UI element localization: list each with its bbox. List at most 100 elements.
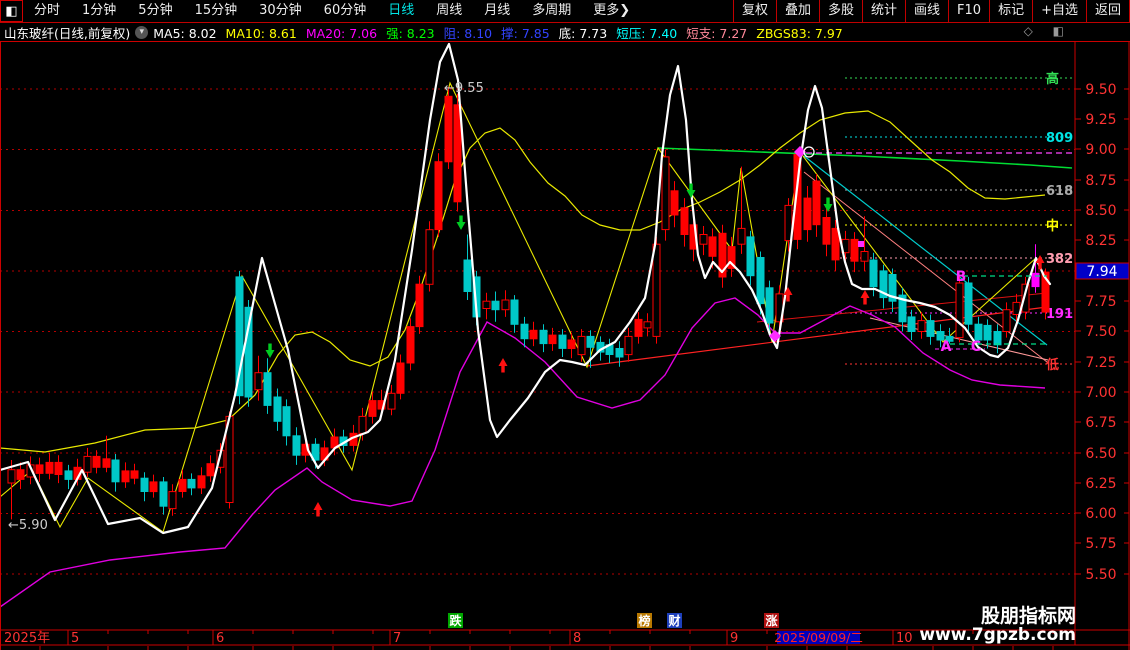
candle — [426, 230, 433, 285]
month-label-10: 10 — [896, 631, 913, 646]
selected-date-label: 2025/09/09/二 — [774, 630, 863, 645]
candle — [851, 239, 858, 261]
candle — [397, 363, 404, 393]
axis-price-label: 9.25 — [1085, 112, 1116, 128]
month-label-5: 5 — [71, 631, 79, 646]
menu-item-更多❯[interactable]: 更多❯ — [582, 0, 641, 22]
candle — [549, 335, 556, 344]
candle — [540, 330, 547, 343]
candle — [530, 330, 537, 339]
abc-label-A: A — [941, 339, 952, 355]
indicator-MA5: MA5: 8.02 — [153, 26, 216, 41]
top-menubar: ◧ 分时1分钟5分钟15分钟30分钟60分钟日线周线月线多周期更多❯ 复权叠加多… — [0, 0, 1130, 23]
menu-item-1分钟[interactable]: 1分钟 — [71, 0, 127, 22]
date-year-label: 2025年 — [4, 631, 50, 646]
month-label-6: 6 — [216, 631, 224, 646]
fib-label-809: 809 — [1046, 131, 1073, 146]
candle — [747, 237, 754, 276]
candle — [568, 340, 575, 349]
candle — [388, 393, 395, 409]
indicator-撑: 撑: 7.85 — [501, 26, 550, 41]
candle — [483, 301, 490, 308]
fib-label-382: 382 — [1046, 252, 1073, 267]
axis-price-label: 8.50 — [1085, 203, 1116, 219]
candle — [188, 479, 195, 488]
candle — [681, 208, 688, 235]
axis-price-label: 6.75 — [1085, 415, 1116, 431]
toolbar-button-复权[interactable]: 复权 — [733, 0, 776, 22]
candle — [141, 478, 148, 491]
watermark-site-name: 股朋指标网 — [981, 605, 1076, 627]
badge-label-涨: 涨 — [765, 613, 777, 628]
inforow-icons[interactable]: ◇ ◧ — [1024, 24, 1072, 38]
menu-item-日线[interactable]: 日线 — [377, 0, 425, 22]
toolbar-button-画线[interactable]: 画线 — [905, 0, 948, 22]
axis-price-label: 6.00 — [1085, 506, 1116, 522]
candle — [359, 416, 366, 433]
badge-label-榜: 榜 — [638, 613, 650, 628]
candlestick-chart[interactable]: 高809618中382191低ABC←9.55←5.909.509.259.00… — [0, 41, 1130, 650]
candle — [908, 317, 915, 332]
square-marker-icon — [858, 241, 864, 247]
candle — [700, 235, 707, 245]
month-label-7: 7 — [393, 631, 401, 646]
menu-item-多周期[interactable]: 多周期 — [521, 0, 582, 22]
menu-item-月线[interactable]: 月线 — [473, 0, 521, 22]
candle — [616, 349, 623, 358]
candle — [870, 260, 877, 287]
axis-price-label: 7.25 — [1085, 355, 1116, 371]
candle — [861, 252, 868, 262]
month-label-9: 9 — [730, 631, 738, 646]
axis-price-label: 6.50 — [1085, 446, 1116, 462]
chevron-down-icon[interactable]: ▾ — [135, 26, 148, 39]
toolbar-button-统计[interactable]: 统计 — [862, 0, 905, 22]
menu-item-15分钟[interactable]: 15分钟 — [184, 0, 249, 22]
candle — [445, 96, 452, 162]
fib-label-191: 191 — [1046, 307, 1073, 322]
toolbar-buttons: 复权叠加多股统计画线F10标记+自选返回 — [733, 0, 1130, 22]
candle — [103, 459, 110, 468]
watermark-site-url: www.7gpzb.com — [919, 625, 1076, 645]
candle — [55, 462, 62, 474]
menu-item-周线[interactable]: 周线 — [425, 0, 473, 22]
axis-price-label: 9.00 — [1085, 142, 1116, 158]
abc-label-C: C — [971, 339, 981, 355]
indicator-底: 底: 7.73 — [559, 26, 608, 41]
axis-price-label: 5.50 — [1085, 567, 1116, 583]
menu-item-30分钟[interactable]: 30分钟 — [248, 0, 313, 22]
candle — [179, 479, 186, 491]
menu-item-5分钟[interactable]: 5分钟 — [127, 0, 183, 22]
candle — [65, 471, 72, 480]
candle — [435, 162, 442, 230]
month-label-8: 8 — [573, 631, 581, 646]
menu-item-分时[interactable]: 分时 — [23, 0, 71, 22]
toolbar-button-叠加[interactable]: 叠加 — [776, 0, 819, 22]
candle — [1003, 310, 1010, 332]
candle — [918, 321, 925, 332]
candle — [283, 407, 290, 436]
toolbar-button-F10[interactable]: F10 — [948, 0, 989, 22]
candle — [975, 324, 982, 340]
current-price-value: 7.94 — [1086, 264, 1117, 280]
candle — [46, 462, 53, 473]
fib-label-中: 中 — [1046, 218, 1059, 234]
layout-toggle-icon[interactable]: ◧ — [0, 0, 23, 22]
toolbar-button-多股[interactable]: 多股 — [819, 0, 862, 22]
candle — [511, 300, 518, 324]
period-menu: 分时1分钟5分钟15分钟30分钟60分钟日线周线月线多周期更多❯ — [23, 0, 733, 22]
candle — [122, 471, 129, 482]
indicator-ZBGS83: ZBGS83: 7.97 — [756, 26, 842, 41]
indicator-短压: 短压: 7.40 — [616, 26, 677, 41]
menu-item-60分钟[interactable]: 60分钟 — [313, 0, 378, 22]
indicator-MA20: MA20: 7.06 — [306, 26, 377, 41]
toolbar-button-返回[interactable]: 返回 — [1086, 0, 1130, 22]
axis-price-label: 7.75 — [1085, 294, 1116, 310]
toolbar-button-标记[interactable]: 标记 — [989, 0, 1032, 22]
candle — [160, 482, 167, 506]
candle — [93, 456, 100, 467]
toolbar-button-+自选[interactable]: +自选 — [1032, 0, 1086, 22]
candle — [625, 336, 632, 354]
candle — [169, 492, 176, 509]
candle — [709, 237, 716, 256]
badge-label-跌: 跌 — [449, 613, 462, 628]
